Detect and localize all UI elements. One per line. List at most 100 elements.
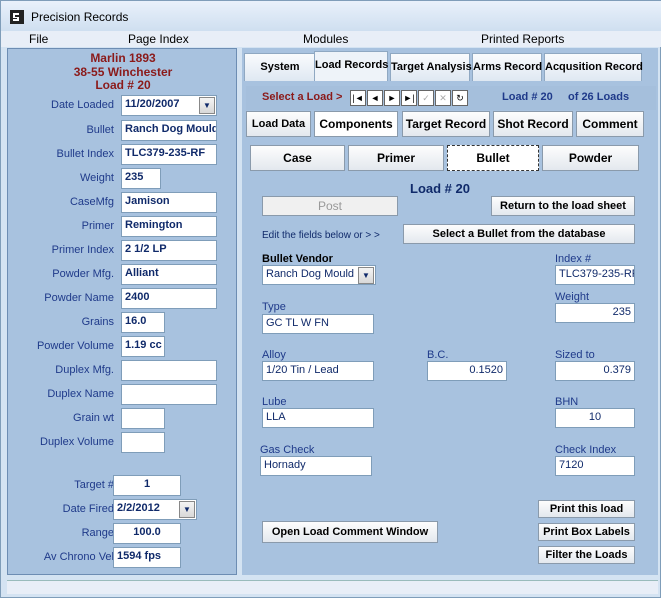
last-record-icon[interactable]: ►|: [401, 90, 417, 106]
app-icon: [10, 10, 24, 24]
duplex-volume-field[interactable]: [121, 432, 165, 453]
alloy-label: Alloy: [262, 349, 286, 361]
case-mfg-field[interactable]: Jamison: [121, 192, 217, 213]
status-bar: [7, 580, 658, 594]
label-primer-index: Primer Index: [51, 244, 114, 256]
tab-acquisition-record[interactable]: Acqusition Record: [544, 53, 643, 81]
label-date-loaded: Date Loaded: [51, 99, 114, 111]
bullet-field[interactable]: Ranch Dog Mould: [121, 120, 217, 141]
chevron-down-icon[interactable]: ▼: [199, 97, 215, 114]
index-label: Index #: [555, 253, 592, 265]
post-button[interactable]: Post: [262, 196, 398, 216]
bc-field[interactable]: 0.1520: [427, 361, 507, 381]
label-bullet: Bullet: [86, 124, 114, 136]
primer-button[interactable]: Primer: [348, 145, 444, 171]
chevron-down-icon[interactable]: ▼: [358, 267, 374, 284]
refresh-icon[interactable]: ↻: [452, 90, 468, 106]
bullet-button[interactable]: Bullet: [447, 145, 539, 171]
label-av-chrono-vel: Av Chrono Vel: [43, 551, 114, 563]
menu-printed-reports[interactable]: Printed Reports: [481, 32, 564, 46]
rifle-name: Marlin 1893: [90, 51, 156, 65]
print-load-button[interactable]: Print this load: [538, 500, 635, 518]
label-powder-volume: Powder Volume: [36, 340, 114, 352]
load-number: Load # 20: [95, 78, 151, 92]
sized-to-field[interactable]: 0.379: [555, 361, 635, 381]
label-grains: Grains: [81, 316, 114, 328]
bc-label: B.C.: [427, 349, 449, 361]
gas-check-label: Gas Check: [260, 444, 315, 456]
tab-target-analysis[interactable]: Target Analysis: [390, 53, 472, 81]
alloy-field[interactable]: 1/20 Tin / Lead: [262, 361, 374, 381]
primer-index-field[interactable]: 2 1/2 LP: [121, 240, 217, 261]
prev-record-icon[interactable]: ◄: [367, 90, 383, 106]
sized-to-label: Sized to: [555, 349, 595, 361]
print-box-labels-button[interactable]: Print Box Labels: [538, 523, 635, 541]
next-record-icon[interactable]: ►: [384, 90, 400, 106]
label-date-fired: Date Fired: [62, 503, 114, 515]
label-weight: Weight: [79, 172, 114, 184]
load-records-panel: System Load Records Target Analysis Arms…: [242, 48, 658, 575]
load-summary-panel: Marlin 1893 38-55 Winchester Load # 20 D…: [7, 48, 237, 575]
load-count-label: of 26 Loads: [568, 91, 630, 103]
bullet-load-number: Load # 20: [410, 181, 470, 196]
powder-button[interactable]: Powder: [542, 145, 639, 171]
bhn-field[interactable]: 10: [555, 408, 635, 428]
date-loaded-field[interactable]: 11/20/2007 ▼: [121, 95, 217, 116]
label-powder-name: Powder Name: [44, 292, 114, 304]
menu-file[interactable]: File: [29, 32, 48, 46]
select-bullet-button[interactable]: Select a Bullet from the database: [403, 224, 635, 244]
current-load-label: Load # 20: [502, 91, 553, 103]
load-navigator: Select a Load > |◄ ◄ ► ►| ✓ ✕ ↻ Load # 2…: [246, 86, 656, 110]
delete-record-icon[interactable]: ✕: [435, 90, 451, 106]
bullet-weight-field[interactable]: 235: [555, 303, 635, 323]
label-powder-mfg: Powder Mfg.: [52, 268, 114, 280]
primer-field[interactable]: Remington: [121, 216, 217, 237]
powder-mfg-field[interactable]: Alliant: [121, 264, 217, 285]
chevron-down-icon[interactable]: ▼: [179, 501, 195, 518]
return-to-load-sheet-button[interactable]: Return to the load sheet: [491, 196, 635, 216]
shot-record-button[interactable]: Shot Record: [493, 111, 573, 137]
tab-load-records[interactable]: Load Records: [314, 51, 388, 81]
lube-field[interactable]: LLA: [262, 408, 374, 428]
tab-system[interactable]: System: [244, 53, 316, 81]
type-field[interactable]: GC TL W FN: [262, 314, 374, 334]
date-fired-field[interactable]: 2/2/2012 ▼: [113, 499, 197, 520]
powder-volume-field[interactable]: 1.19 cc: [121, 336, 165, 357]
gas-check-field[interactable]: Hornady: [260, 456, 372, 476]
components-button[interactable]: Components: [314, 111, 398, 137]
bullet-vendor-select[interactable]: Ranch Dog Mould ▼: [262, 265, 376, 285]
menu-page-index[interactable]: Page Index: [128, 32, 189, 46]
weight-field[interactable]: 235: [121, 168, 161, 189]
tab-arms-record[interactable]: Arms Record: [472, 53, 542, 81]
duplex-mfg-field[interactable]: [121, 360, 217, 381]
open-comment-window-button[interactable]: Open Load Comment Window: [262, 521, 438, 543]
select-load-label: Select a Load >: [262, 91, 343, 103]
edit-record-icon[interactable]: ✓: [418, 90, 434, 106]
first-record-icon[interactable]: |◄: [350, 90, 366, 106]
menu-modules[interactable]: Modules: [303, 32, 348, 46]
target-no-field[interactable]: 1: [113, 475, 181, 496]
powder-name-field[interactable]: 2400: [121, 288, 217, 309]
grain-wt-field[interactable]: [121, 408, 165, 429]
label-bullet-index: Bullet Index: [56, 148, 114, 160]
title-bar: Precision Records: [1, 1, 661, 31]
label-grain-wt: Grain wt: [73, 412, 114, 424]
check-index-label: Check Index: [555, 444, 617, 456]
check-index-field[interactable]: 7120: [555, 456, 635, 476]
index-field[interactable]: TLC379-235-RF: [555, 265, 635, 285]
grains-field[interactable]: 16.0: [121, 312, 165, 333]
av-chrono-vel-field[interactable]: 1594 fps: [113, 547, 181, 568]
range-field[interactable]: 100.0: [113, 523, 181, 544]
duplex-name-field[interactable]: [121, 384, 217, 405]
comment-button[interactable]: Comment: [576, 111, 644, 137]
target-record-button[interactable]: Target Record: [402, 111, 490, 137]
lube-label: Lube: [262, 396, 287, 408]
label-primer: Primer: [81, 220, 114, 232]
label-duplex-mfg: Duplex Mfg.: [55, 364, 114, 376]
case-button[interactable]: Case: [250, 145, 345, 171]
bullet-index-field[interactable]: TLC379-235-RF: [121, 144, 217, 165]
menu-bar: File Page Index Modules Printed Reports: [1, 31, 661, 47]
load-data-button[interactable]: Load Data: [246, 111, 311, 137]
filter-loads-button[interactable]: Filter the Loads: [538, 546, 635, 564]
cartridge-name: 38-55 Winchester: [73, 65, 173, 79]
